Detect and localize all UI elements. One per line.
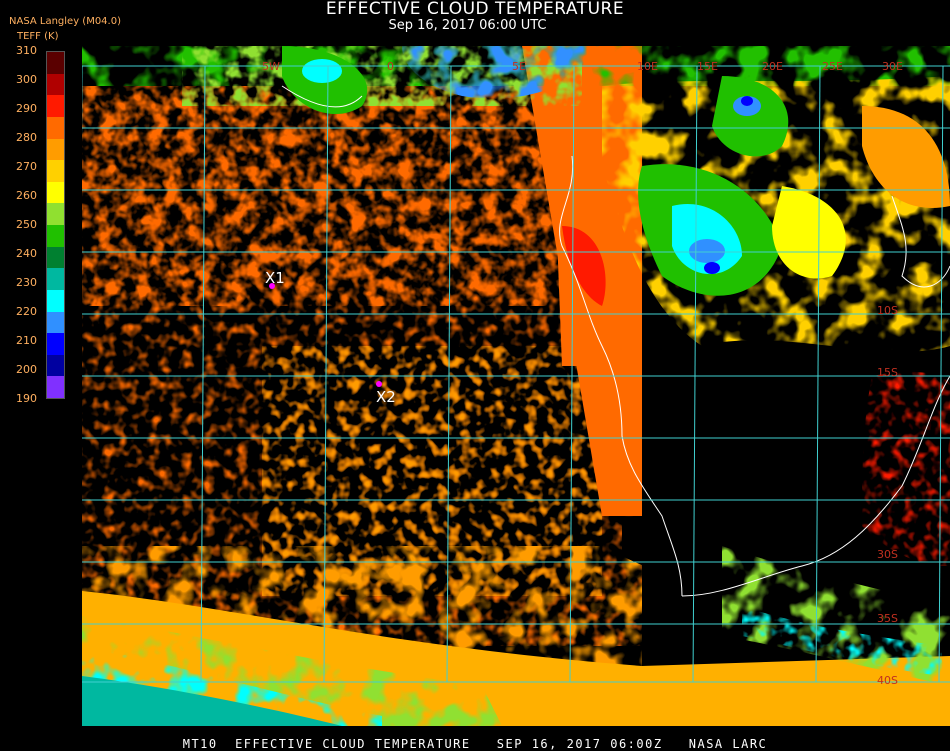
latitude-label: 30S bbox=[877, 548, 898, 561]
latitude-label: 40S bbox=[877, 674, 898, 687]
colorbar-swatch bbox=[47, 138, 64, 161]
colorbar-swatch bbox=[47, 333, 64, 356]
colorbar-swatch bbox=[47, 354, 64, 377]
colorbar-tick-label: 200 bbox=[16, 363, 37, 376]
colorbar-tick-label: 230 bbox=[16, 276, 37, 289]
latitude-label: 15S bbox=[877, 366, 898, 379]
latitude-label: 35S bbox=[877, 612, 898, 625]
longitude-label: 25E bbox=[822, 60, 843, 73]
colorbar-swatch bbox=[47, 116, 64, 139]
longitude-label: 5W bbox=[262, 60, 280, 73]
longitude-label: 0 bbox=[387, 60, 394, 73]
colorbar-swatch bbox=[47, 246, 64, 269]
colorbar-tick-label: 310 bbox=[16, 44, 37, 57]
colorbar-tick-label: 280 bbox=[16, 131, 37, 144]
colorbar-swatch bbox=[47, 376, 64, 399]
longitude-label: 15E bbox=[697, 60, 718, 73]
colorbar-swatch bbox=[47, 289, 64, 312]
longitude-label: 30E bbox=[882, 60, 903, 73]
colorbar-swatch bbox=[47, 181, 64, 204]
marker-x1: X1 bbox=[265, 269, 285, 289]
colorbar-legend bbox=[46, 51, 65, 399]
source-label: NASA Langley (M04.0) bbox=[9, 16, 121, 27]
low-cloud-field bbox=[82, 46, 642, 686]
longitude-label: 20E bbox=[762, 60, 783, 73]
colorbar-swatch bbox=[47, 268, 64, 291]
colorbar-swatch bbox=[47, 225, 64, 247]
colorbar-tick-label: 260 bbox=[16, 189, 37, 202]
marker-x1-label: X1 bbox=[265, 269, 285, 287]
colorbar-swatch bbox=[47, 95, 64, 118]
units-label: TEFF (K) bbox=[17, 31, 59, 42]
colorbar-swatch bbox=[47, 73, 64, 96]
colorbar-swatch bbox=[47, 52, 64, 74]
colorbar-tick-label: 290 bbox=[16, 102, 37, 115]
warm-surface-southeast bbox=[862, 371, 950, 566]
marker-x2-label: X2 bbox=[376, 388, 396, 406]
colorbar-tick-label: 300 bbox=[16, 73, 37, 86]
satellite-map: 5W 0 5E 10E 15E 20E 25E 30E 10S15S30S35S40S X1 … bbox=[82, 46, 950, 726]
colorbar-swatch bbox=[47, 160, 64, 183]
longitude-label: 5E bbox=[512, 60, 526, 73]
footer-caption: MT10 EFFECTIVE CLOUD TEMPERATURE SEP 16,… bbox=[182, 737, 768, 751]
colorbar-swatch bbox=[47, 311, 64, 334]
colorbar-swatch bbox=[47, 203, 64, 226]
colorbar-tick-label: 270 bbox=[16, 160, 37, 173]
colorbar-tick-label: 220 bbox=[16, 305, 37, 318]
map-subtitle: Sep 16, 2017 06:00 UTC bbox=[388, 18, 547, 33]
colorbar-tick-label: 210 bbox=[16, 334, 37, 347]
colorbar-tick-label: 190 bbox=[16, 392, 37, 405]
longitude-label: 10E bbox=[637, 60, 658, 73]
latitude-label: 10S bbox=[877, 304, 898, 317]
colorbar-tick-label: 240 bbox=[16, 247, 37, 260]
map-title: EFFECTIVE CLOUD TEMPERATURE bbox=[325, 0, 625, 19]
colorbar-tick-label: 250 bbox=[16, 218, 37, 231]
